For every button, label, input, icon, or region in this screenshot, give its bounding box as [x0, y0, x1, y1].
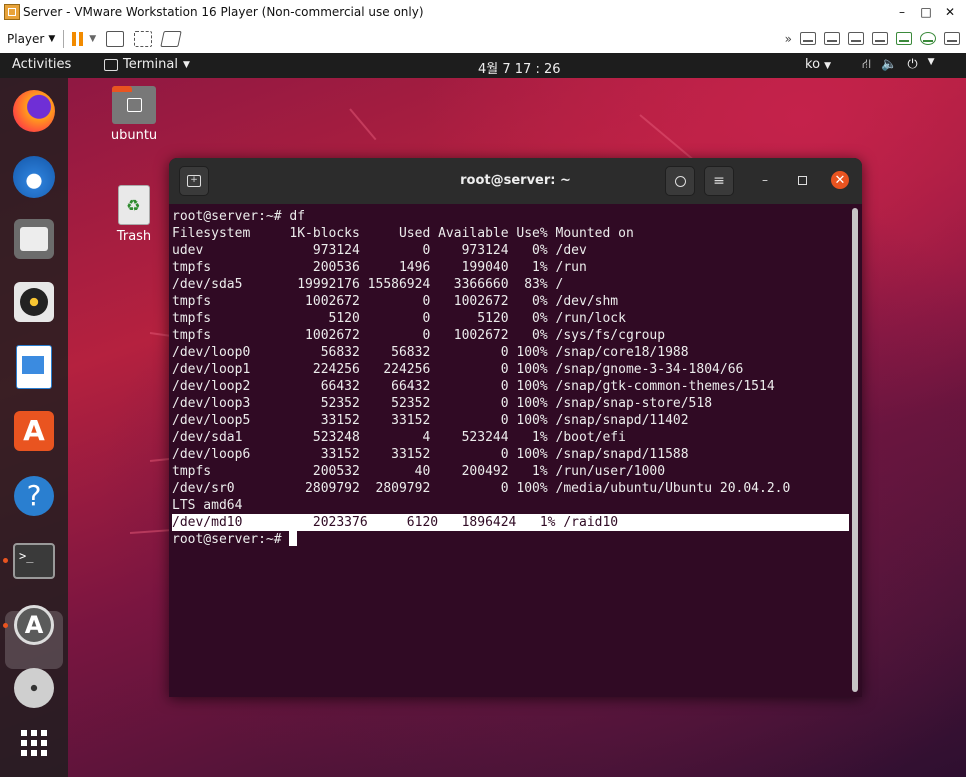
libreoffice-writer-icon[interactable] [11, 344, 57, 390]
hdd-icon[interactable] [872, 32, 888, 45]
terminal-output-area[interactable]: root@server:~# df Filesystem 1K-blocks U… [169, 204, 862, 697]
caret-down-icon: ▼ [927, 57, 935, 67]
home-folder-icon [112, 86, 156, 124]
hamburger-icon: ≡ [713, 173, 725, 189]
input-method-label: ko [805, 57, 821, 72]
terminal-running-indicator [3, 558, 8, 563]
device-status-icons: » [785, 32, 960, 46]
window-title: Server - VMware Workstation 16 Player (N… [23, 5, 424, 19]
close-icon: ✕ [834, 172, 846, 188]
help-icon[interactable]: ? [11, 473, 57, 519]
firefox-icon[interactable] [11, 88, 57, 134]
terminal-output-line: tmpfs 1002672 0 1002672 0% /dev/shm [172, 294, 619, 309]
volume-icon: 🔈 [881, 57, 898, 72]
terminal-output-line: Filesystem 1K-blocks Used Available Use%… [172, 226, 634, 241]
cdrom-icon[interactable] [920, 32, 936, 45]
software-updater-icon[interactable]: A [11, 602, 57, 648]
clock[interactable]: 4월 7 17 : 26 [478, 58, 561, 77]
terminal-output-line: /dev/loop5 33152 33152 0 100% /snap/snap… [172, 413, 689, 428]
close-button[interactable]: ✕ [938, 5, 962, 19]
search-button[interactable] [665, 166, 695, 196]
ubuntu-software-icon[interactable]: A [11, 408, 57, 454]
maximize-button[interactable]: □ [914, 5, 938, 19]
caret-down-icon: ▼ [182, 59, 190, 70]
system-tray[interactable]: ⛙ 🔈 ⏻ ▼ [862, 57, 935, 74]
devices-icon[interactable] [944, 32, 960, 45]
minimize-icon: – [762, 173, 768, 187]
terminal-output-line: /dev/loop2 66432 66432 0 100% /snap/gtk-… [172, 379, 775, 394]
rhythmbox-icon[interactable] [11, 279, 57, 325]
terminal-output-line: /dev/loop0 56832 56832 0 100% /snap/core… [172, 345, 689, 360]
vmware-toolbar: Player ▼ ▼ » [0, 24, 966, 54]
terminal-command-line: root@server:~# df [172, 209, 306, 224]
menu-button[interactable]: ≡ [704, 166, 734, 196]
terminal-icon [104, 58, 118, 71]
app-menu-label: Terminal [123, 57, 178, 72]
chevron-down-icon: ▼ [48, 33, 56, 44]
terminal-output-line: tmpfs 5120 0 5120 0% /run/lock [172, 311, 626, 326]
thunderbird-icon[interactable] [11, 154, 57, 200]
hdd-icon[interactable] [800, 32, 816, 45]
terminal-output-line: /dev/loop6 33152 33152 0 100% /snap/snap… [172, 447, 689, 462]
terminal-output-line: /dev/sr0 2809792 2809792 0 100% /media/u… [172, 481, 791, 496]
player-menu-label: Player [7, 31, 45, 46]
send-ctrl-alt-del-icon[interactable] [106, 30, 125, 47]
dock: A ? >_ A [0, 78, 68, 777]
terminal-output-line: tmpfs 1002672 0 1002672 0% /sys/fs/cgrou… [172, 328, 666, 343]
show-applications-icon[interactable] [11, 720, 57, 766]
chevrons-right-icon[interactable]: » [785, 32, 792, 46]
terminal-output-line: udev 973124 0 973124 0% /dev [172, 243, 587, 258]
minimize-button[interactable]: – [890, 5, 914, 19]
minimize-button[interactable]: – [756, 171, 774, 189]
desktop-icon-trash[interactable]: ♻ Trash [104, 185, 164, 244]
text-cursor [289, 531, 298, 546]
activities-button[interactable]: Activities [12, 57, 71, 72]
hdd-icon[interactable] [848, 32, 864, 45]
maximize-button[interactable] [793, 171, 811, 189]
terminal-output-line: /dev/loop3 52352 52352 0 100% /snap/snap… [172, 396, 713, 411]
terminal-output-line: tmpfs 200532 40 200492 1% /run/user/1000 [172, 464, 666, 479]
gnome-top-bar: Activities Terminal ▼ 4월 7 17 : 26 ko ▼ … [0, 53, 966, 78]
terminal-highlighted-line: /dev/md10 2023376 6120 1896424 1% /raid1… [172, 514, 849, 531]
toolbar-divider [63, 29, 65, 48]
terminal-output-line: tmpfs 200536 1496 199040 1% /run [172, 260, 587, 275]
window-controls: – □ ✕ [890, 5, 962, 19]
terminal-output-line: /dev/sda1 523248 4 523244 1% /boot/efi [172, 430, 626, 445]
caret-down-icon: ▼ [824, 61, 832, 71]
terminal-window: + root@server: ~ ≡ – ✕ root@server:~# df… [169, 158, 862, 697]
terminal-header-bar: + root@server: ~ ≡ – ✕ [169, 158, 862, 204]
terminal-text: root@server:~# df Filesystem 1K-blocks U… [172, 208, 849, 548]
pause-button[interactable] [72, 31, 84, 46]
desktop-icon-home[interactable]: ubuntu [104, 86, 164, 143]
terminal-output-line: LTS amd64 [172, 498, 243, 513]
input-method-menu[interactable]: ko ▼ [805, 57, 831, 72]
player-menu[interactable]: Player ▼ [7, 32, 55, 46]
trash-icon: ♻ [118, 185, 150, 225]
vmware-logo-icon [4, 4, 20, 20]
close-button[interactable]: ✕ [831, 171, 849, 189]
network-icon: ⛙ [862, 57, 872, 72]
fullscreen-icon[interactable] [134, 30, 153, 47]
files-icon[interactable] [11, 216, 57, 262]
terminal-icon[interactable]: >_ [11, 538, 57, 584]
maximize-icon [797, 175, 807, 185]
unity-icon[interactable] [160, 30, 182, 47]
terminal-output-line: /dev/sda5 19992176 15586924 3366660 83% … [172, 277, 564, 292]
app-menu[interactable]: Terminal ▼ [104, 57, 190, 72]
terminal-output-line: /dev/loop1 224256 224256 0 100% /snap/gn… [172, 362, 744, 377]
power-icon: ⏻ [907, 57, 918, 72]
search-icon [674, 175, 686, 187]
terminal-scrollbar[interactable] [852, 208, 858, 692]
network-icon[interactable] [896, 32, 912, 45]
pause-dropdown-icon[interactable]: ▼ [89, 34, 96, 44]
vmware-title-bar: Server - VMware Workstation 16 Player (N… [0, 0, 966, 24]
desktop-icon-label: Trash [116, 229, 152, 244]
desktop-icon-label: ubuntu [110, 128, 158, 143]
hdd-icon[interactable] [824, 32, 840, 45]
dvd-icon[interactable] [11, 665, 57, 711]
terminal-prompt: root@server:~# [172, 532, 290, 547]
updater-running-indicator [3, 623, 8, 628]
